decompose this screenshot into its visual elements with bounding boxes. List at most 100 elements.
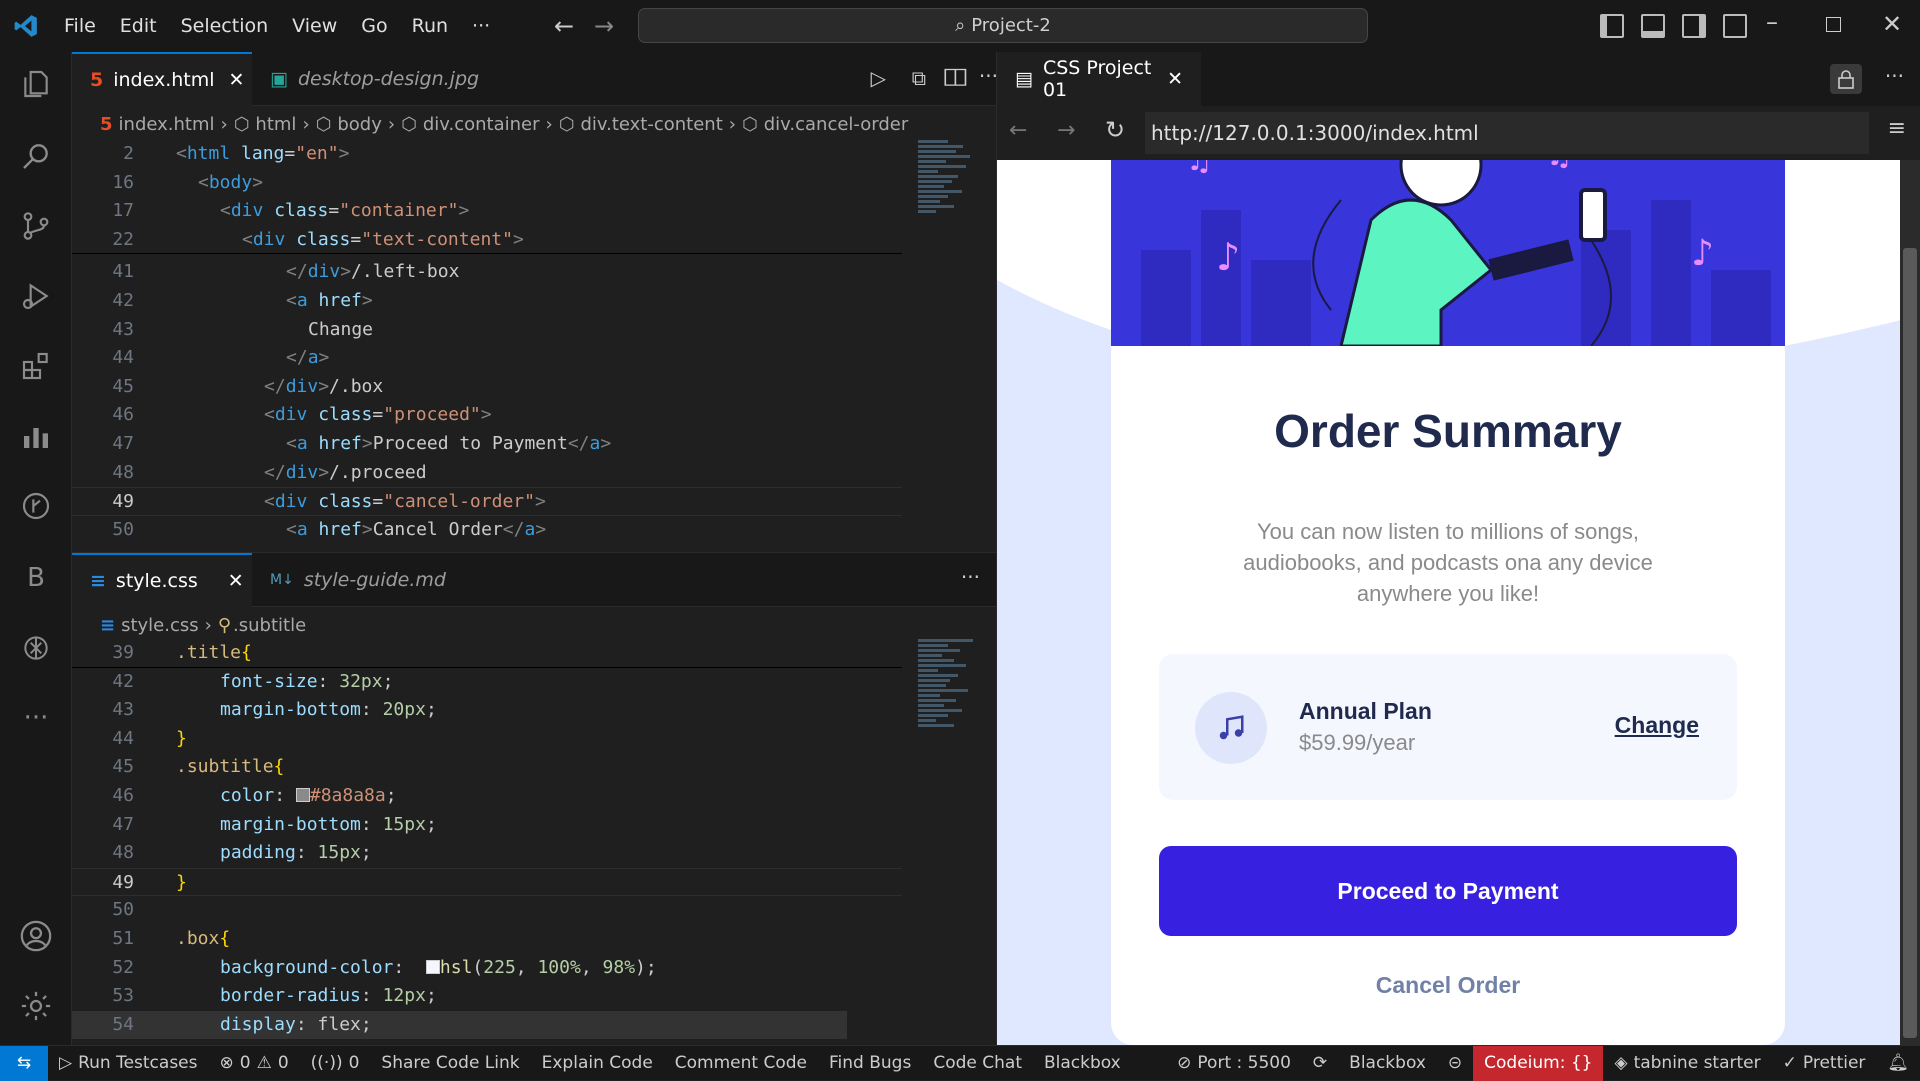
chatgpt-icon[interactable] [18, 630, 54, 666]
close-tab-icon[interactable]: ✕ [1167, 68, 1183, 90]
more-icon[interactable]: ··· [18, 700, 54, 736]
source-control-icon[interactable] [18, 208, 54, 244]
menu-view[interactable]: View [280, 0, 349, 52]
editor-more-icon[interactable]: ··· [961, 565, 980, 589]
reload-icon[interactable]: ↻ [1105, 116, 1125, 144]
remote-icon[interactable]: ⇆ [0, 1045, 48, 1081]
chevron-right-icon: › [220, 113, 228, 135]
restore-icon[interactable] [1826, 17, 1841, 32]
run-debug-icon[interactable] [18, 278, 54, 314]
change-plan-link[interactable]: Change [1615, 712, 1699, 739]
menu-edit[interactable]: Edit [108, 0, 169, 52]
scroll-thumb[interactable] [1903, 248, 1917, 1038]
account-icon[interactable] [18, 918, 54, 954]
comment-code[interactable]: Comment Code [664, 1053, 818, 1073]
forward-arrow-icon[interactable]: → [1057, 118, 1075, 143]
explain-code[interactable]: Explain Code [531, 1053, 664, 1073]
preview-scrollbar[interactable] [1900, 160, 1920, 1045]
toggle-panel-icon[interactable] [1641, 14, 1665, 38]
lock-icon[interactable] [1830, 64, 1862, 94]
prettier-status[interactable]: ✓ Prettier [1772, 1053, 1877, 1073]
back-arrow-icon[interactable]: ← [554, 12, 574, 40]
preview-more-icon[interactable]: ··· [1885, 64, 1904, 88]
menu-file[interactable]: File [52, 0, 108, 52]
menu-selection[interactable]: Selection [169, 0, 281, 52]
url-input[interactable]: http://127.0.0.1:3000/index.html [1145, 112, 1869, 154]
find-bugs[interactable]: Find Bugs [818, 1053, 922, 1073]
tab-desktop-design[interactable]: ▣ desktop-design.jpg [252, 52, 502, 106]
close-tab-icon[interactable]: ✕ [228, 570, 244, 592]
codeium-status[interactable]: Codeium: {} [1473, 1045, 1604, 1081]
breadcrumb-item[interactable]: div.cancel-order [764, 114, 909, 135]
code-line: 52 background-color: hsl(225, 100%, 98%); [112, 956, 657, 978]
tab-label: CSS Project 01 [1042, 57, 1152, 101]
git-graph-icon[interactable] [18, 488, 54, 524]
proceed-to-payment-button[interactable]: Proceed to Payment [1159, 846, 1737, 936]
command-center[interactable]: ⌕ Project-2 [638, 8, 1368, 43]
run-icon[interactable]: ▷ [871, 66, 886, 90]
layout-controls [1600, 14, 1747, 38]
tab-css-project[interactable]: ▤ CSS Project 01 ✕ [997, 52, 1201, 106]
forward-arrow-icon[interactable]: → [594, 12, 614, 40]
code-view-css[interactable]: 39 .title{ 42 font-size: 32px; 43 margin-bo… [72, 639, 902, 1040]
breadcrumb: ≡ style.css › ⚲. subtitle [100, 614, 307, 636]
tab-style-guide[interactable]: M↓ style-guide.md [252, 553, 472, 607]
breadcrumb: 5 index.html › ⬡ html › ⬡ body › ⬡ div.contain… [72, 106, 996, 142]
open-preview-icon[interactable]: ⧉ [912, 66, 926, 90]
error-count: 0 [239, 1053, 251, 1073]
search-icon[interactable] [18, 138, 54, 174]
close-window-icon[interactable]: ✕ [1882, 10, 1902, 38]
breadcrumb-item[interactable]: subtitle [239, 615, 306, 636]
markdown-icon: M↓ [270, 572, 294, 588]
minimap[interactable] [918, 637, 980, 729]
color-swatch[interactable] [295, 787, 310, 802]
breadcrumb-item[interactable]: div.text-content [580, 114, 722, 135]
extensions-icon[interactable] [18, 348, 54, 384]
live-server-port[interactable]: ⊘ Port : 5500 [1166, 1053, 1302, 1073]
eye-off-icon[interactable]: ⊝ [1437, 1053, 1473, 1073]
notifications-bell-icon[interactable]: 🔔︎ [1876, 1053, 1920, 1073]
close-tab-icon[interactable]: ✕ [229, 69, 245, 91]
menu-more[interactable]: ··· [460, 0, 502, 52]
blackbox-icon[interactable]: B [18, 560, 54, 596]
stats-icon[interactable] [18, 418, 54, 454]
breadcrumb-item[interactable]: div.container [423, 114, 540, 135]
sync-icon[interactable]: ⟳ [1302, 1053, 1338, 1073]
explorer-icon[interactable] [18, 66, 54, 102]
element-icon: ⬡ [315, 113, 332, 135]
menu-run[interactable]: Run [400, 0, 460, 52]
minimize-icon[interactable]: – [1766, 8, 1778, 36]
problems-indicator[interactable]: ⊗ 0 ⚠ 0 [209, 1053, 300, 1073]
vscode-logo-icon[interactable] [0, 13, 52, 39]
toggle-primary-sidebar-icon[interactable] [1600, 14, 1624, 38]
toggle-secondary-sidebar-icon[interactable] [1682, 14, 1706, 38]
blackbox-status[interactable]: Blackbox [1033, 1053, 1132, 1073]
minimap[interactable] [918, 138, 980, 215]
chevron-right-icon: › [387, 113, 396, 135]
code-line: 42 <a href> [112, 289, 373, 311]
breadcrumb-item[interactable]: body [337, 114, 382, 135]
ports-indicator[interactable]: ((·)) 0 [300, 1053, 371, 1073]
breadcrumb-item[interactable]: html [255, 114, 296, 135]
tab-style-css[interactable]: ≡ style.css ✕ [72, 553, 252, 607]
breadcrumb-item[interactable]: index.html [119, 114, 215, 135]
preview-tabs: ▤ CSS Project 01 ✕ ··· [997, 52, 1920, 106]
hamburger-menu-icon[interactable]: ≡ [1888, 116, 1906, 141]
element-icon: ⬡ [558, 113, 575, 135]
run-testcases[interactable]: ▷ Run Testcases [48, 1053, 209, 1073]
share-code-link[interactable]: Share Code Link [370, 1053, 530, 1073]
menu-go[interactable]: Go [349, 0, 399, 52]
code-chat[interactable]: Code Chat [922, 1053, 1033, 1073]
customize-layout-icon[interactable] [1723, 14, 1747, 38]
back-arrow-icon[interactable]: ← [1009, 118, 1027, 143]
cancel-order-link[interactable]: Cancel Order [1111, 972, 1785, 999]
settings-gear-icon[interactable] [18, 988, 54, 1024]
split-editor-icon[interactable]: ◫ [942, 64, 969, 89]
chevron-right-icon: › [204, 614, 212, 636]
blackbox-status-2[interactable]: Blackbox [1338, 1053, 1437, 1073]
code-view-html[interactable]: 2 <html lang="en"> 16 <body> 17 <div class=… [72, 140, 902, 544]
tabnine-status[interactable]: ◈ tabnine starter [1603, 1053, 1771, 1073]
tab-index-html[interactable]: 5 index.html ✕ [72, 52, 252, 106]
breadcrumb-item[interactable]: style.css [121, 615, 199, 636]
color-swatch[interactable] [425, 959, 440, 974]
